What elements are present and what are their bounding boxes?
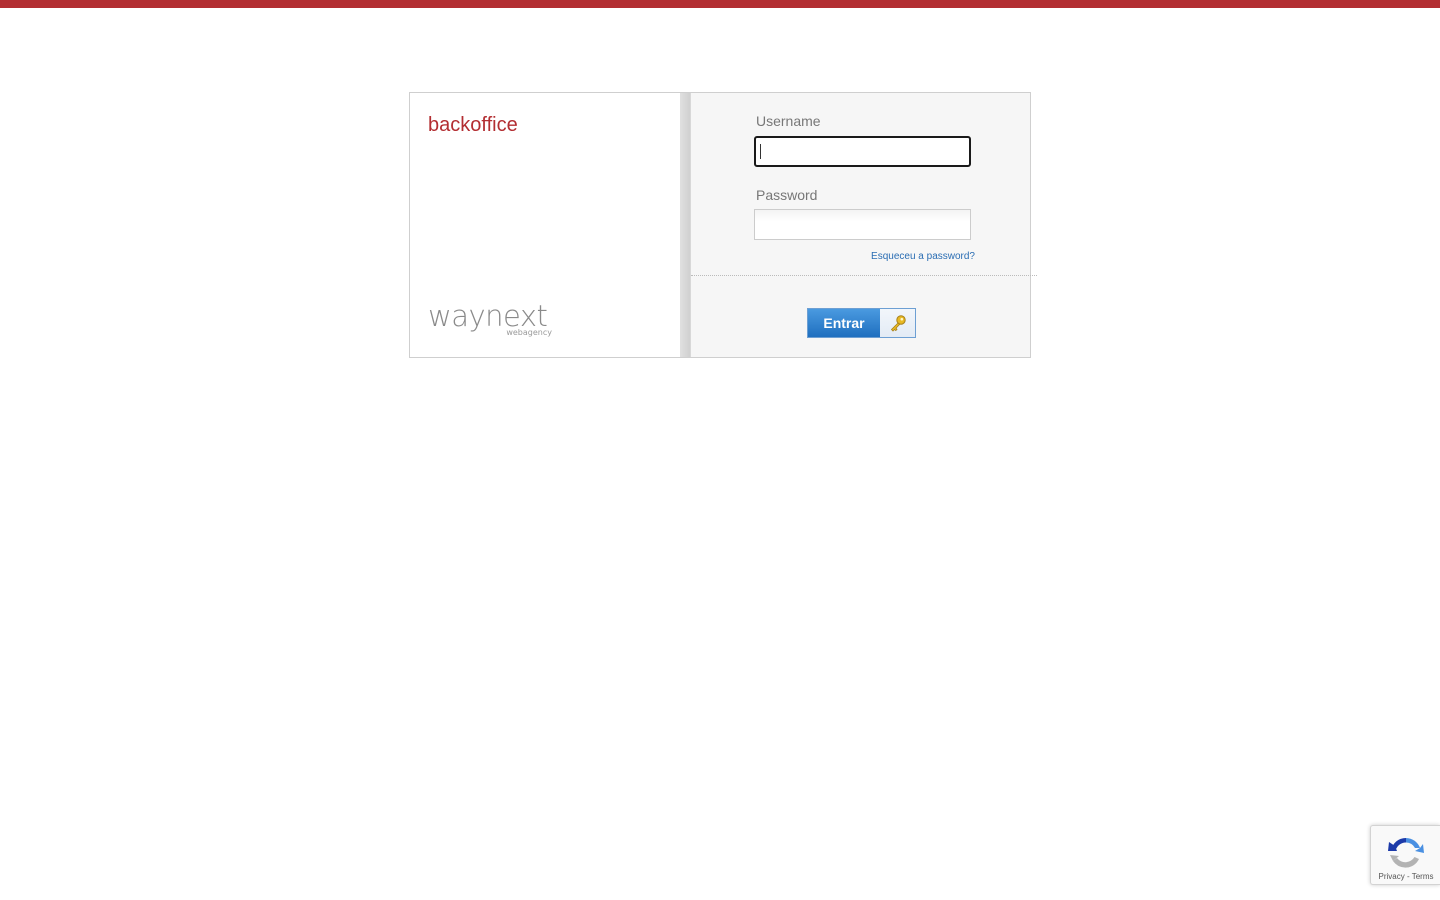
link-separator: - <box>1404 872 1412 881</box>
login-button-label: Entrar <box>808 309 880 337</box>
login-form-panel: Username Password Esqueceu a password? E… <box>690 93 1037 357</box>
recaptcha-links: Privacy - Terms <box>1371 872 1440 881</box>
login-button[interactable]: Entrar <box>807 308 916 338</box>
key-icon <box>880 309 915 337</box>
recaptcha-icon <box>1387 835 1425 876</box>
username-label: Username <box>756 113 821 129</box>
panel-shadow-divider <box>680 93 690 357</box>
recaptcha-badge[interactable]: Privacy - Terms <box>1370 825 1440 885</box>
page-title: backoffice <box>428 114 518 136</box>
text-cursor <box>760 144 761 159</box>
terms-link[interactable]: Terms <box>1412 872 1434 881</box>
top-accent-bar <box>0 0 1440 8</box>
logo-tagline: webagency <box>506 328 552 337</box>
privacy-link[interactable]: Privacy <box>1379 872 1405 881</box>
company-logo: waynext webagency <box>428 299 552 339</box>
username-input[interactable] <box>754 136 971 167</box>
password-input[interactable] <box>754 209 971 240</box>
forgot-password-link[interactable]: Esqueceu a password? <box>871 251 975 262</box>
login-box: backoffice waynext webagency Username Pa… <box>409 92 1037 358</box>
password-label: Password <box>756 187 818 203</box>
form-divider <box>691 275 1037 276</box>
brand-panel: backoffice waynext webagency <box>410 93 680 357</box>
